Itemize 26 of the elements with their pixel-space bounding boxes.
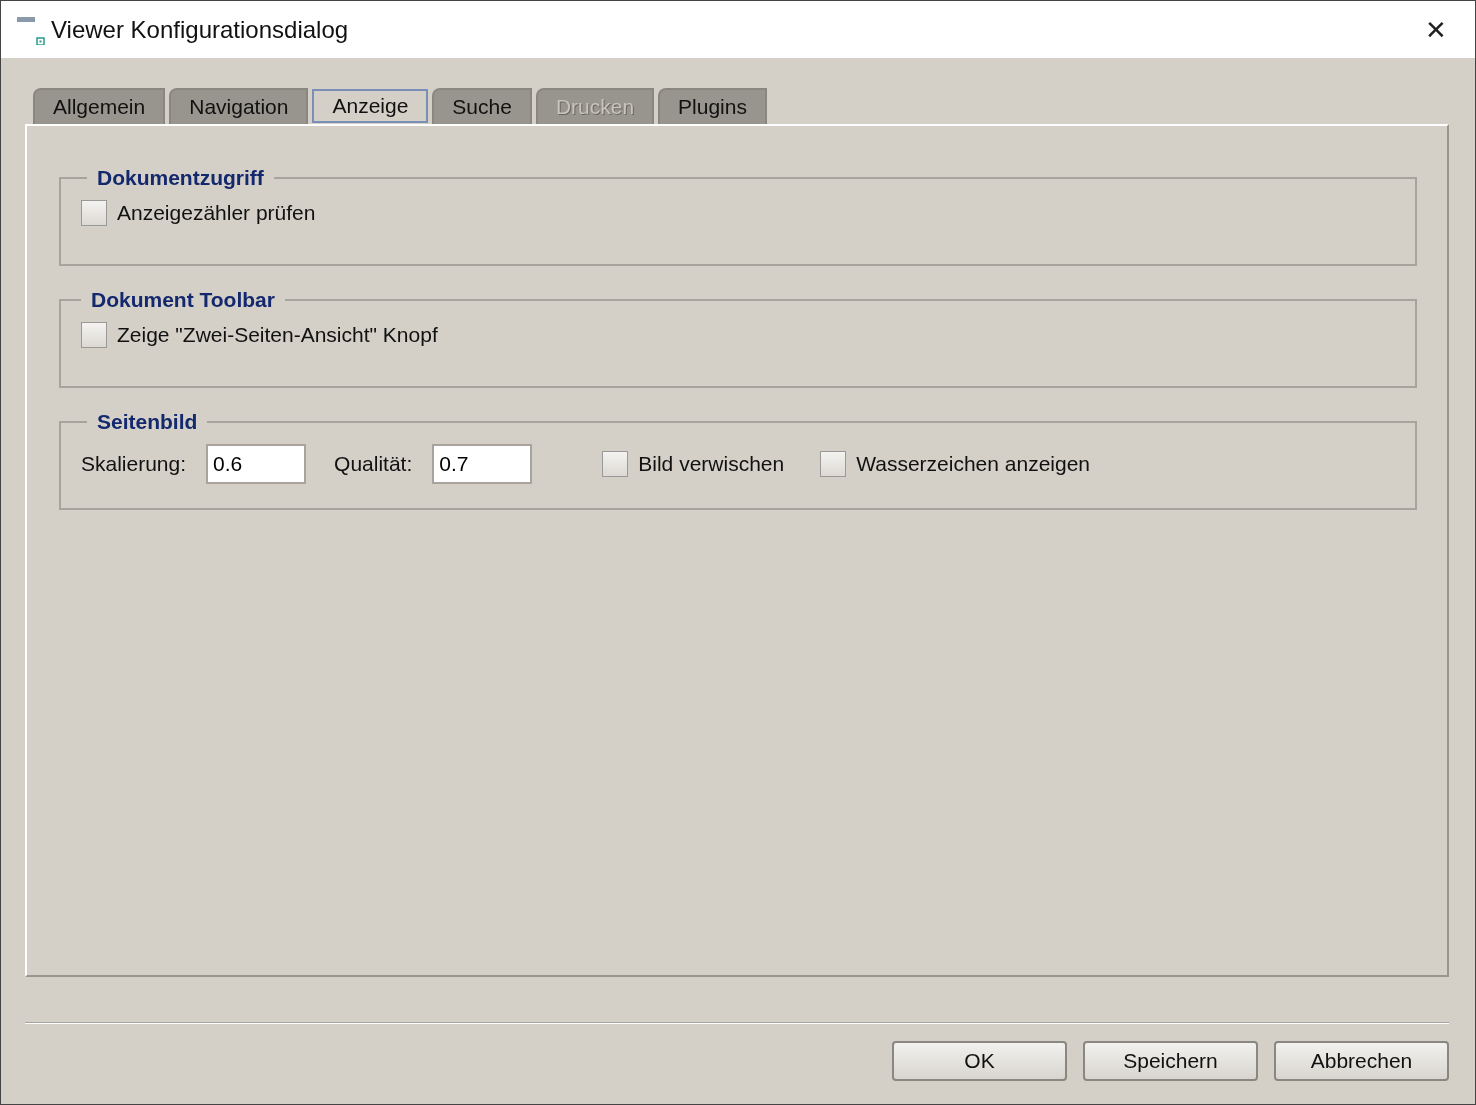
checkbox-label: Zeige "Zwei-Seiten-Ansicht" Knopf [117,323,438,347]
checkbox[interactable] [81,200,107,226]
tab[interactable]: Anzeige [312,89,429,123]
group-title: Dokumentzugriff [96,166,265,190]
checkbox-label: Wasserzeichen anzeigen [856,452,1091,476]
app-icon [15,14,45,45]
field-label: Qualität: [334,452,413,476]
tab[interactable]: Allgemein [33,88,166,124]
checkbox[interactable] [602,451,629,477]
checkbox-label: Bild verwischen [638,452,785,476]
tab[interactable]: Navigation [169,88,309,124]
tab[interactable]: Plugins [658,88,767,124]
input-field[interactable]: 0.7 [432,444,533,484]
group-title: Seitenbild [96,410,199,434]
window-title: Viewer Konfigurationsdialog [51,15,349,44]
group-title: Dokument Toolbar [90,288,276,312]
dialog-button[interactable]: Speichern [1083,1041,1258,1081]
checkbox-label: Anzeigezähler prüfen [117,201,316,225]
checkbox[interactable] [81,322,107,348]
checkbox[interactable] [820,451,847,477]
field-label: Skalierung: [81,452,187,476]
close-button[interactable]: ✕ [1417,11,1455,50]
dialog-button[interactable]: OK [892,1041,1067,1081]
input-field[interactable]: 0.6 [206,444,307,484]
dialog-button[interactable]: Abbrechen [1274,1041,1449,1081]
tab[interactable]: Suche [432,88,532,124]
